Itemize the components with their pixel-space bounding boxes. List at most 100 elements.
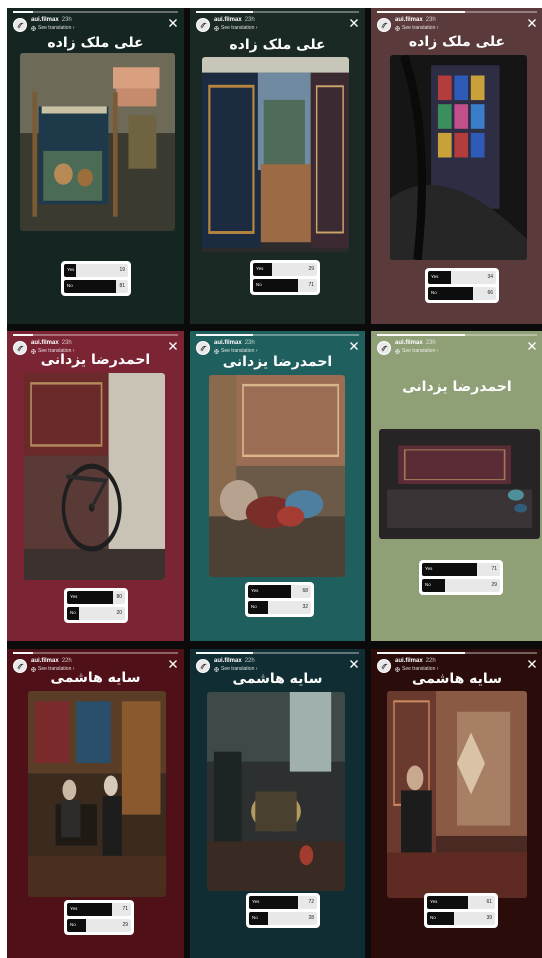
story-photo [207,692,345,891]
poll-option-label: Yes [70,594,78,599]
story-card[interactable]: aui.filmax 23h See translation › علی ملک … [190,8,365,324]
story-card[interactable]: aui.filmax 22h See translation › سایه هاش… [371,649,542,958]
poll-option-yes[interactable]: Yes 29 [253,263,317,276]
close-icon[interactable] [349,341,359,351]
poll-option-percent: 34 [487,274,493,280]
see-translation-link[interactable]: See translation › [395,348,438,354]
story-time: 23h [425,17,436,23]
story-photo [28,691,166,897]
username[interactable]: aui.filmax 22h [395,658,436,664]
poll-option-percent: 39 [486,915,492,921]
poll-sticker[interactable]: Yes 19 No 81 [61,261,131,296]
poll-option-percent: 81 [119,283,125,289]
see-translation-link[interactable]: See translation › [31,25,74,31]
close-icon[interactable] [168,659,178,669]
poll-option-no[interactable]: No 29 [422,579,500,592]
poll-option-label: Yes [252,899,260,904]
close-icon[interactable] [527,659,537,669]
poll-option-label: No [425,582,431,587]
globe-icon [31,25,36,31]
story-progress-bar [13,652,178,654]
username[interactable]: aui.filmax 23h [214,17,255,23]
poll-option-percent: 29 [491,582,497,588]
poll-option-no[interactable]: No 39 [427,912,495,925]
poll-option-yes[interactable]: Yes 61 [427,896,495,909]
story-card[interactable]: aui.filmax 23h See translation › علی ملک … [7,8,184,324]
poll-option-yes[interactable]: Yes 72 [249,896,317,909]
poll-option-no[interactable]: No 29 [67,919,131,932]
story-title: علی ملک زاده [229,37,326,53]
story-card[interactable]: aui.filmax 23h See translation › علی ملک … [371,8,542,324]
story-title: سایه هاشمی [50,670,141,686]
story-time: 23h [244,340,255,346]
poll-option-yes[interactable]: Yes 34 [428,271,496,284]
poll-option-percent: 71 [491,566,497,572]
story-card[interactable]: aui.filmax 23h See translation › احمدرضا … [7,331,184,641]
globe-icon [395,348,400,354]
globe-icon [214,348,219,354]
poll-sticker[interactable]: Yes 72 No 28 [246,893,320,928]
poll-option-yes[interactable]: Yes 19 [64,264,128,277]
poll-option-label: No [67,283,73,288]
story-card[interactable]: aui.filmax 23h See translation › احمدرضا … [190,331,365,641]
close-icon[interactable] [168,18,178,28]
username[interactable]: aui.filmax 22h [31,658,72,664]
poll-option-no[interactable]: No 66 [428,287,496,300]
story-time: 23h [425,340,436,346]
poll-option-label: Yes [430,899,438,904]
close-icon[interactable] [168,341,178,351]
poll-sticker[interactable]: Yes 61 No 39 [424,893,498,928]
avatar[interactable] [377,341,391,355]
poll-option-label: No [70,922,76,927]
poll-option-yes[interactable]: Yes 80 [67,591,125,604]
poll-option-label: Yes [70,906,78,911]
globe-icon [214,25,219,31]
story-title: سایه هاشمی [412,671,502,687]
close-icon[interactable] [527,341,537,351]
poll-option-label: No [251,604,257,609]
username[interactable]: aui.filmax 23h [31,340,72,346]
story-card[interactable]: aui.filmax 22h See translation › سایه هاش… [7,649,184,958]
poll-option-no[interactable]: No 20 [67,607,125,620]
username[interactable]: aui.filmax 22h [214,658,255,664]
story-card[interactable]: aui.filmax 22h See translation › سایه هاش… [190,649,365,958]
poll-option-yes[interactable]: Yes 71 [67,903,131,916]
story-photo [379,429,540,539]
poll-option-no[interactable]: No 32 [248,601,311,614]
poll-option-yes[interactable]: Yes 68 [248,585,311,598]
poll-option-yes[interactable]: Yes 71 [422,563,500,576]
story-time: 23h [61,340,72,346]
close-icon[interactable] [349,18,359,28]
poll-sticker[interactable]: Yes 71 No 29 [419,560,503,595]
story-progress-fill [196,11,254,13]
username[interactable]: aui.filmax 23h [395,340,436,346]
poll-option-no[interactable]: No 81 [64,280,128,293]
poll-sticker[interactable]: Yes 34 No 66 [425,268,499,303]
username[interactable]: aui.filmax 23h [214,340,255,346]
close-icon[interactable] [527,18,537,28]
poll-sticker[interactable]: Yes 71 No 29 [64,900,134,935]
avatar[interactable] [13,18,27,32]
story-card[interactable]: aui.filmax 23h See translation › احمدرضا … [371,331,542,641]
poll-sticker[interactable]: Yes 80 No 20 [64,588,128,623]
story-photo [20,53,175,231]
see-translation-link[interactable]: See translation › [214,25,257,31]
poll-option-percent: 29 [308,266,314,272]
close-icon[interactable] [349,659,359,669]
username[interactable]: aui.filmax 23h [395,17,436,23]
story-time: 23h [61,17,72,23]
poll-option-label: Yes [67,267,75,272]
poll-sticker[interactable]: Yes 29 No 71 [250,260,320,295]
story-title: علی ملک زاده [408,34,506,50]
story-photo [24,373,165,580]
see-translation-link[interactable]: See translation › [395,25,438,31]
poll-sticker[interactable]: Yes 68 No 32 [245,582,314,617]
username[interactable]: aui.filmax 23h [31,17,72,23]
avatar[interactable] [196,18,210,32]
story-time: 22h [244,658,255,664]
poll-option-label: No [430,915,436,920]
avatar[interactable] [196,341,210,355]
avatar[interactable] [377,18,391,32]
poll-option-no[interactable]: No 28 [249,912,317,925]
poll-option-no[interactable]: No 71 [253,279,317,292]
